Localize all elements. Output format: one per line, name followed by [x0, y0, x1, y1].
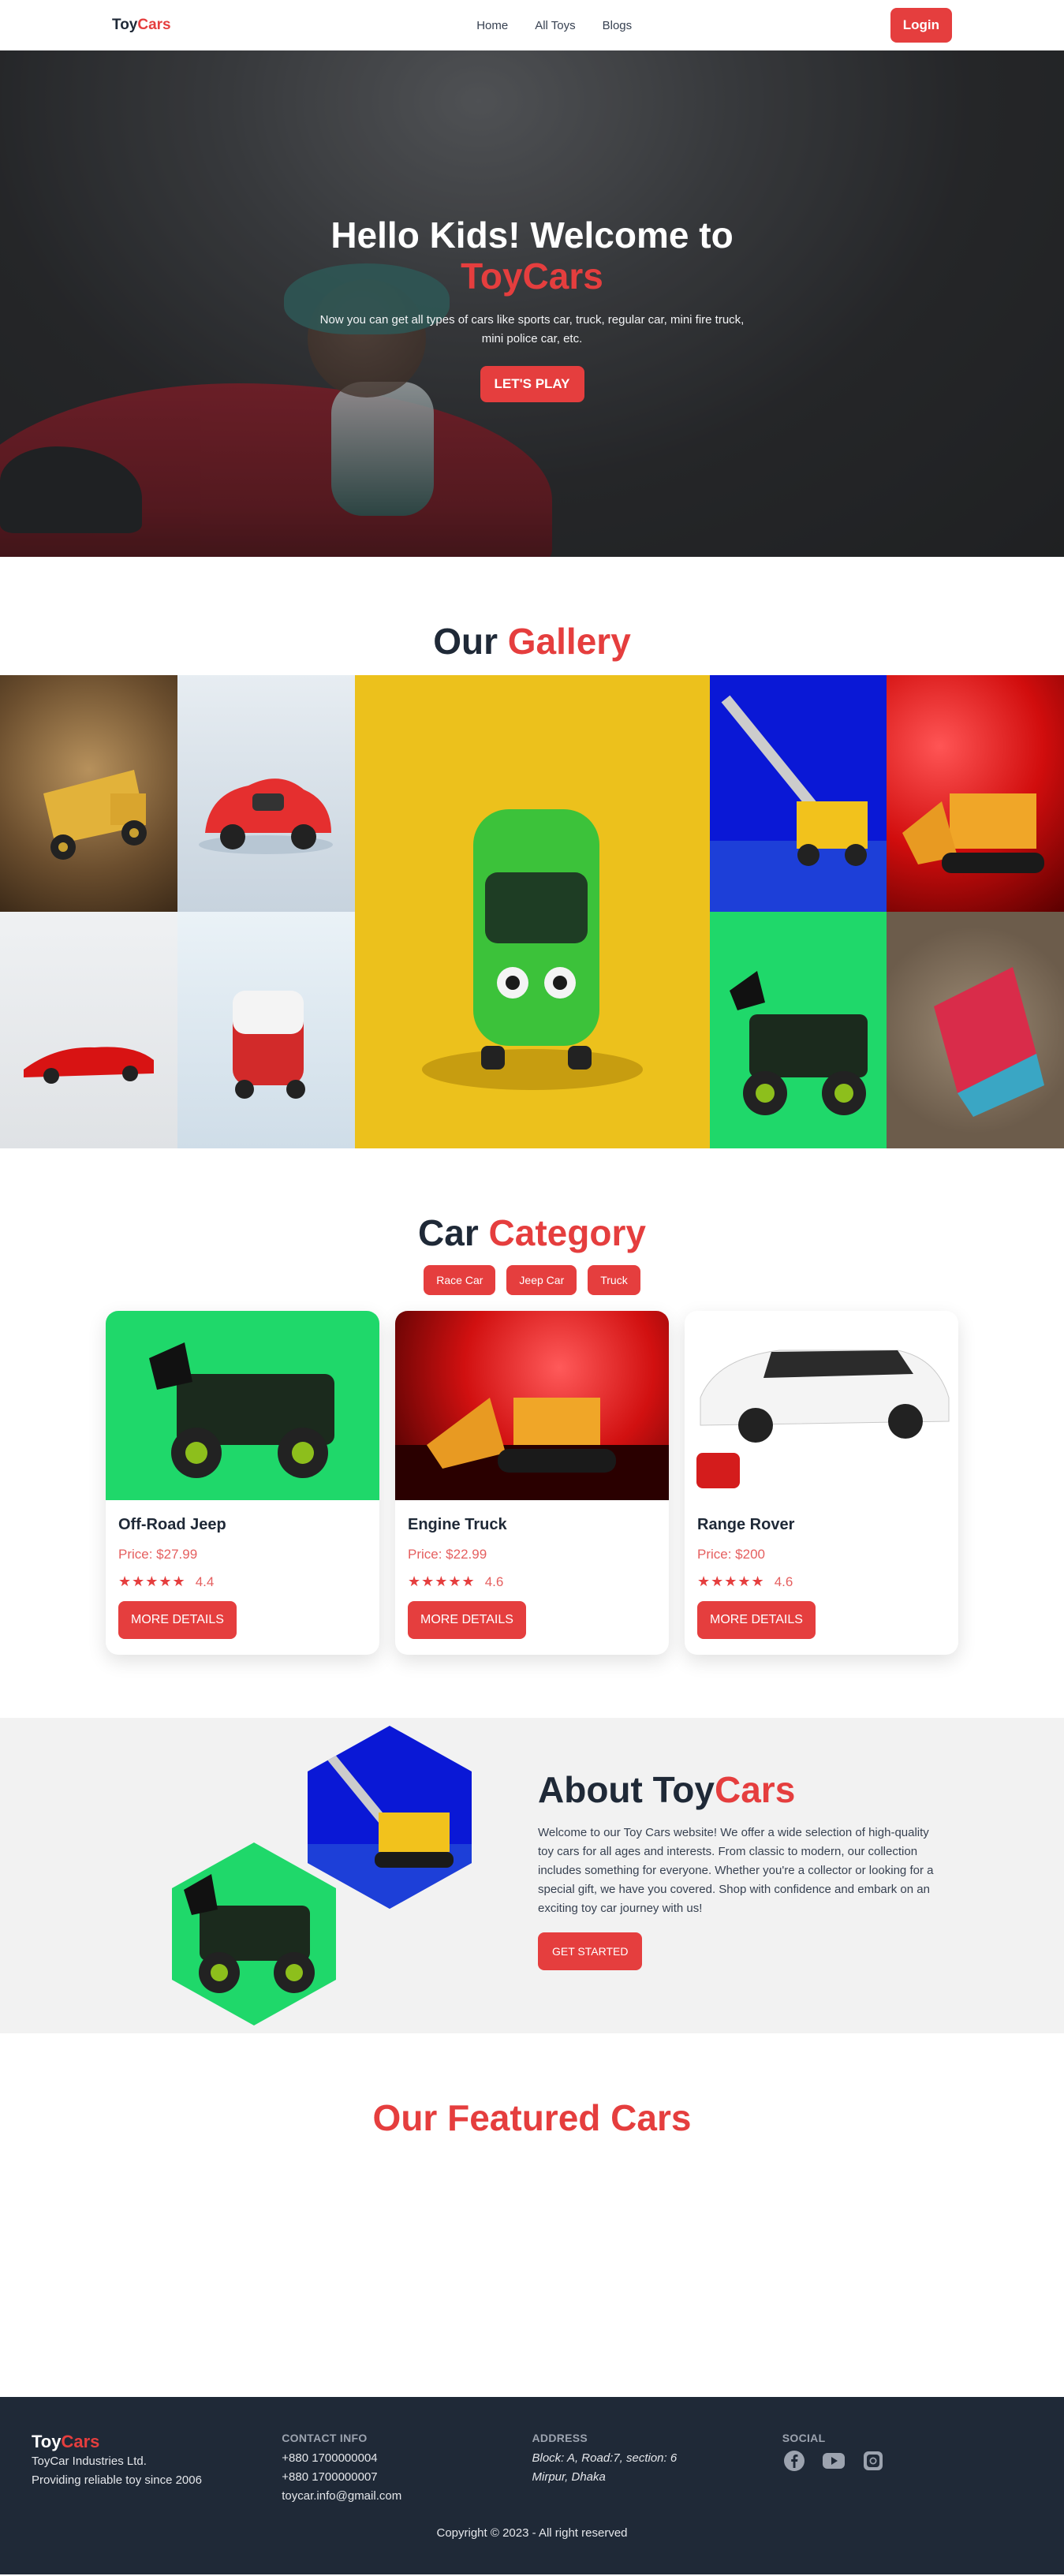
footer-brand: ToyCars	[32, 2432, 100, 2451]
lets-play-button[interactable]: LET'S PLAY	[480, 366, 584, 402]
gallery-image-red-sports-car[interactable]	[0, 912, 177, 1148]
footer-company: ToyCar Industries Ltd.	[32, 2455, 147, 2468]
product-name: Range Rover	[697, 1516, 795, 1533]
address-heading: ADDRESS	[532, 2432, 588, 2444]
hero-title: Hello Kids! Welcome to ToyCars	[0, 215, 1064, 297]
featured-section: Our Featured Cars	[0, 2033, 1064, 2397]
product-image-range-rover	[685, 1311, 958, 1500]
get-started-button[interactable]: GET STARTED	[538, 1932, 643, 1970]
social-heading: SOCIAL	[782, 2432, 826, 2444]
category-section: Car Category Race Car Jeep Car Truck Off…	[0, 1148, 1064, 1655]
contact-heading: CONTACT INFO	[282, 2432, 368, 2444]
footer-social-column: SOCIAL	[782, 2432, 1032, 2506]
about-image-jeep	[172, 1842, 336, 2025]
rating-value: 4.4	[195, 1574, 215, 1589]
about-section: About ToyCars Welcome to our Toy Cars we…	[0, 1718, 1064, 2033]
nav-link-home[interactable]: Home	[476, 19, 508, 32]
footer-tagline: Providing reliable toy since 2006	[32, 2473, 202, 2487]
footer-contact-column: CONTACT INFO +880 1700000004 +880 170000…	[282, 2432, 532, 2506]
gallery-title: Our Gallery	[433, 621, 631, 662]
rating-stars-icon: ★★★★★	[118, 1574, 186, 1589]
product-card: Off-Road Jeep Price: $27.99 ★★★★★ 4.4 MO…	[106, 1311, 379, 1655]
more-details-button[interactable]: MORE DETAILS	[408, 1601, 526, 1639]
rating-value: 4.6	[484, 1574, 504, 1589]
rating-stars-icon: ★★★★★	[697, 1574, 765, 1589]
product-card: Engine Truck Price: $22.99 ★★★★★ 4.6 MOR…	[395, 1311, 669, 1655]
about-title: About ToyCars	[538, 1769, 796, 1810]
brand-logo[interactable]: ToyCars	[112, 17, 171, 34]
about-description: Welcome to our Toy Cars website! We offe…	[538, 1826, 934, 1915]
gallery-image-bulldozer[interactable]	[887, 675, 1064, 912]
product-name: Engine Truck	[408, 1516, 507, 1533]
product-price: Price: $27.99	[118, 1547, 198, 1562]
category-tabs: Race Car Jeep Car Truck	[0, 1265, 1064, 1295]
gallery-image-sand-truck[interactable]	[887, 912, 1064, 1148]
product-price: Price: $22.99	[408, 1547, 487, 1562]
contact-email[interactable]: toycar.info@gmail.com	[282, 2487, 532, 2506]
gallery-image-vw-van[interactable]	[177, 912, 355, 1148]
footer-brand-column: ToyCars ToyCar Industries Ltd. Providing…	[32, 2432, 282, 2506]
more-details-button[interactable]: MORE DETAILS	[118, 1601, 237, 1639]
rating-value: 4.6	[774, 1574, 793, 1589]
hero-content: Hello Kids! Welcome to ToyCars Now you c…	[0, 215, 1064, 402]
product-image-offroad-jeep	[106, 1311, 379, 1500]
footer-address-column: ADDRESS Block: A, Road:7, section: 6 Mir…	[532, 2432, 782, 2506]
address-line: Block: A, Road:7, section: 6	[532, 2451, 678, 2465]
copyright-text: Copyright © 2023 - All right reserved	[436, 2526, 628, 2540]
hero-banner: Hello Kids! Welcome to ToyCars Now you c…	[0, 50, 1064, 557]
login-button[interactable]: Login	[890, 8, 952, 43]
product-card: Range Rover Price: $200 ★★★★★ 4.6 MORE D…	[685, 1311, 958, 1655]
tab-race-car[interactable]: Race Car	[424, 1265, 496, 1295]
hero-title-accent: ToyCars	[461, 256, 603, 297]
navbar: ToyCars Home All Toys Blogs Login	[0, 0, 1064, 50]
gallery-image-crane-toy[interactable]	[710, 675, 887, 912]
social-icons	[782, 2449, 1032, 2473]
rating-stars-icon: ★★★★★	[408, 1574, 476, 1589]
product-rating: ★★★★★ 4.6	[408, 1574, 656, 1590]
gallery-image-green-bus[interactable]	[355, 675, 710, 1148]
more-details-button[interactable]: MORE DETAILS	[697, 1601, 816, 1639]
gallery-section: Our Gallery	[0, 557, 1064, 1148]
gallery-image-offroad-jeep[interactable]	[710, 912, 887, 1148]
about-text: About ToyCars Welcome to our Toy Cars we…	[538, 1768, 942, 1970]
product-image-engine-truck	[395, 1311, 669, 1500]
contact-phone: +880 1700000007	[282, 2470, 378, 2484]
footer: ToyCars ToyCar Industries Ltd. Providing…	[0, 2397, 1064, 2574]
gallery-grid	[0, 675, 1064, 1148]
product-rating: ★★★★★ 4.6	[697, 1574, 946, 1590]
product-name: Off-Road Jeep	[118, 1516, 226, 1533]
about-image-crane	[308, 1726, 472, 1909]
contact-phone: +880 1700000004	[282, 2451, 378, 2465]
product-cards: Off-Road Jeep Price: $27.99 ★★★★★ 4.4 MO…	[0, 1311, 1064, 1655]
facebook-icon[interactable]	[782, 2449, 806, 2473]
instagram-icon[interactable]	[861, 2449, 885, 2473]
hero-subtitle: Now you can get all types of cars like s…	[319, 313, 745, 345]
nav-links: Home All Toys Blogs	[476, 19, 632, 32]
gallery-image-dump-truck[interactable]	[0, 675, 177, 912]
gallery-image-red-beetle[interactable]	[177, 675, 355, 912]
product-rating: ★★★★★ 4.4	[118, 1574, 367, 1590]
featured-title: Our Featured Cars	[372, 2097, 692, 2138]
nav-link-all-toys[interactable]: All Toys	[535, 19, 575, 32]
nav-link-blogs[interactable]: Blogs	[603, 19, 633, 32]
tab-truck[interactable]: Truck	[588, 1265, 640, 1295]
category-title: Car Category	[418, 1212, 646, 1253]
youtube-icon[interactable]	[822, 2449, 846, 2473]
tab-jeep-car[interactable]: Jeep Car	[506, 1265, 577, 1295]
product-price: Price: $200	[697, 1547, 765, 1562]
address-line: Mirpur, Dhaka	[532, 2470, 606, 2484]
